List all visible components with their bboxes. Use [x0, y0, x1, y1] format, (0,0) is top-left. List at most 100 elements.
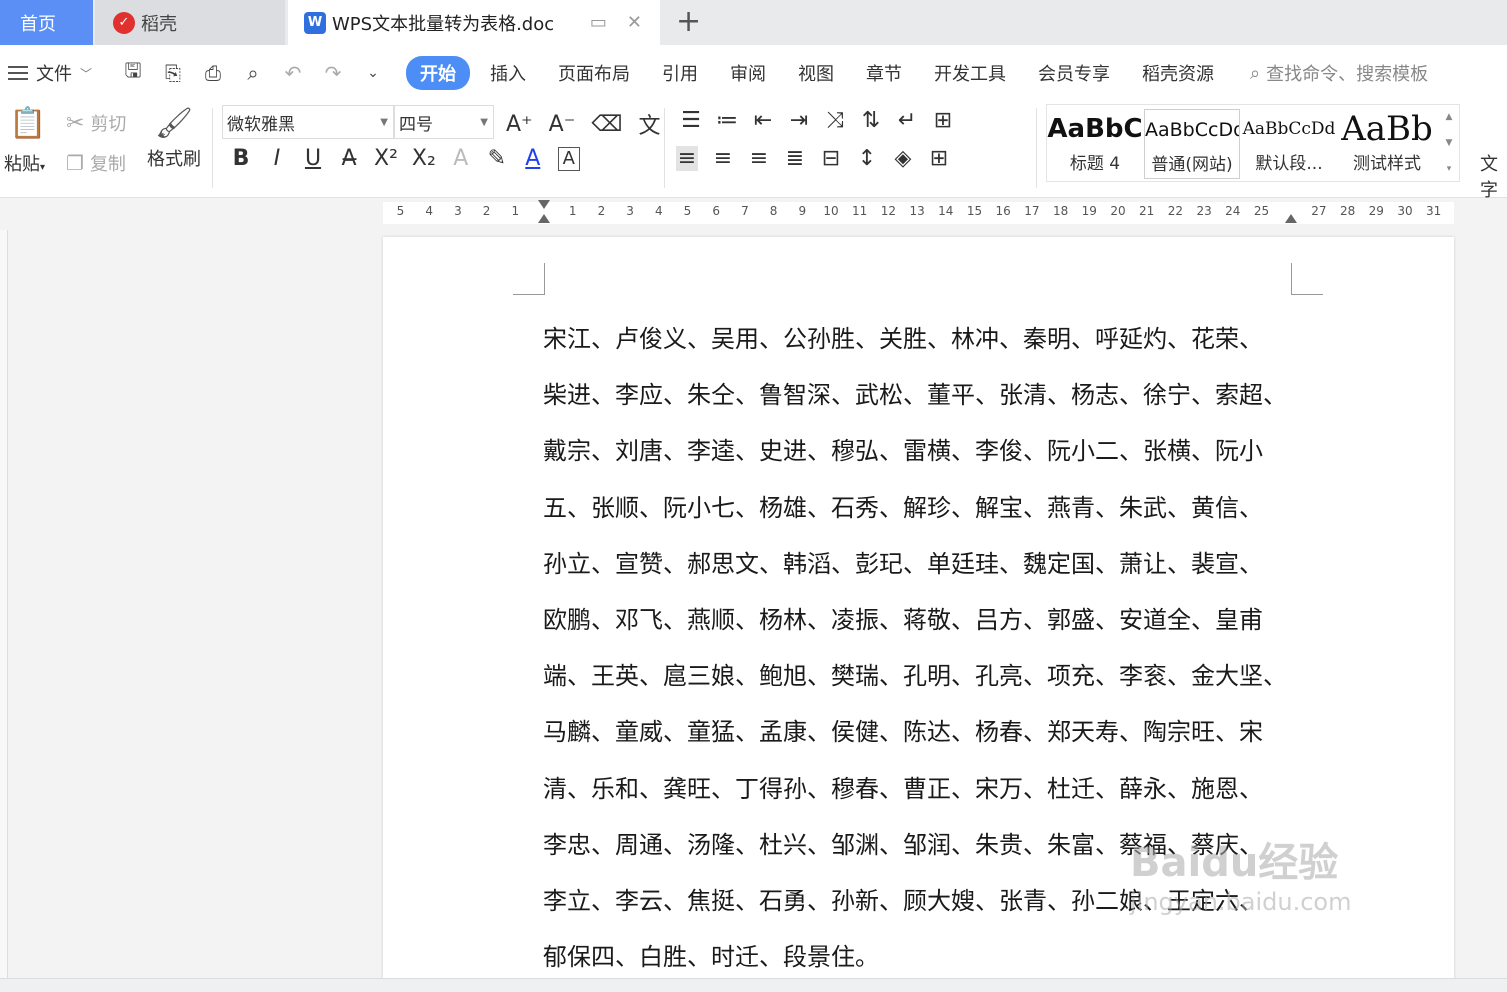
right-indent-marker[interactable] [1285, 214, 1297, 223]
bullet-list-icon[interactable]: ☰ [680, 108, 702, 133]
tab-document[interactable]: W WPS文本批量转为表格.doc ▭ ✕ [288, 0, 660, 45]
file-menu-button[interactable]: 文件 ﹀ [0, 60, 112, 86]
bold-icon[interactable]: B [230, 146, 252, 171]
tab-daoke-label: 稻壳 [141, 13, 177, 35]
style-heading4[interactable]: AaBbC 标题 4 [1047, 109, 1143, 179]
ruler-number: 11 [852, 204, 868, 218]
tab-ruler-icon[interactable]: ⊞ [932, 108, 954, 133]
decrease-indent-icon[interactable]: ⇤ [752, 108, 774, 133]
scissors-icon: ✂ [66, 110, 85, 136]
clipboard-icon: 📋 [9, 106, 47, 141]
borders-icon[interactable]: ⊞ [928, 146, 950, 171]
ruler-number: 5 [683, 204, 692, 218]
highlight-icon[interactable]: ✎ [486, 146, 508, 171]
style-default-paragraph[interactable]: AaBbCcDd 默认段... [1241, 109, 1337, 179]
menu-tab-start[interactable]: 开始 [406, 56, 470, 90]
print-icon[interactable]: ⎙ [202, 61, 224, 85]
close-tab-icon[interactable]: ✕ [627, 12, 642, 33]
styles-scroll[interactable]: ▲ ▼ ▾ [1438, 104, 1460, 182]
justify-icon[interactable]: ≣ [784, 146, 806, 171]
menu-tab-member[interactable]: 会员专享 [1022, 60, 1126, 86]
menu-tab-developer[interactable]: 开发工具 [918, 60, 1022, 86]
cut-label: 剪切 [90, 114, 127, 135]
ruler-number: 29 [1368, 204, 1384, 218]
wps-writer-icon: W [304, 11, 326, 34]
increase-font-icon[interactable]: A⁺ [506, 112, 533, 137]
style-test[interactable]: AaBb 测试样式 [1339, 109, 1435, 179]
chevron-down-icon: ﹀ [80, 66, 93, 81]
increase-indent-icon[interactable]: ⇥ [788, 108, 810, 133]
text-tools-button[interactable]: 文字 [1480, 150, 1507, 202]
undo-icon[interactable]: ↶ [282, 61, 304, 85]
tab-daoke[interactable]: ✓ 稻壳 [95, 0, 285, 45]
clear-format-icon[interactable]: ⌫ [591, 112, 622, 137]
cut-button[interactable]: ✂ 剪切 [66, 110, 126, 136]
text-line: 柴进、李应、朱仝、鲁智深、武松、董平、张清、杨志、徐宁、索超、 [543, 381, 1287, 410]
first-line-indent-marker[interactable] [538, 200, 550, 209]
style-label: 测试样式 [1353, 154, 1421, 174]
font-size-select[interactable]: 四号 ▼ [394, 105, 494, 139]
align-right-icon[interactable]: ≡ [748, 146, 770, 171]
ruler-number: 1 [511, 204, 520, 218]
left-indent-marker[interactable] [538, 214, 550, 223]
watermark-url: jingyan.baidu.com [1130, 888, 1352, 916]
style-normal-web[interactable]: AaBbCcDd 普通(网站) [1144, 109, 1240, 179]
distributed-icon[interactable]: ⊟ [820, 146, 842, 171]
paragraph-mark-icon[interactable]: ↵ [896, 108, 918, 133]
menu-tab-insert[interactable]: 插入 [474, 60, 542, 86]
pin-window-icon[interactable]: ▭ [590, 12, 607, 33]
ruler-number: 17 [1024, 204, 1040, 218]
menu-tab-daoke-resources[interactable]: 稻壳资源 [1126, 60, 1230, 86]
format-painter-button[interactable]: 🖌 格式刷 [146, 106, 202, 171]
shading-icon[interactable]: ◈ [892, 146, 914, 171]
watermark-brand: Baidu经验 [1130, 840, 1339, 886]
chinese-layout-icon[interactable]: ⤨ [824, 108, 846, 133]
menu-tab-references[interactable]: 引用 [646, 60, 714, 86]
ruler-number: 31 [1426, 204, 1442, 218]
styles-gallery: AaBbC 标题 4 AaBbCcDd 普通(网站) AaBbCcDd 默认段.… [1046, 104, 1460, 182]
font-size-value: 四号 [399, 114, 433, 135]
customize-chevron-icon[interactable]: ⌄ [362, 65, 384, 81]
font-name-select[interactable]: 微软雅黑 ▼ [222, 105, 394, 139]
export-pdf-icon[interactable]: ⎘ [162, 61, 184, 85]
command-search[interactable]: ⌕ 查找命令、搜索模板 [1250, 60, 1428, 86]
text-effect-icon[interactable]: A [450, 146, 472, 171]
numbered-list-icon[interactable]: ≔ [716, 108, 738, 133]
align-center-icon[interactable]: ≡ [712, 146, 734, 171]
redo-icon[interactable]: ↷ [322, 61, 344, 85]
menu-tab-review[interactable]: 审阅 [714, 60, 782, 86]
char-border-icon[interactable]: A [557, 146, 580, 171]
sort-icon[interactable]: ⇅ [860, 108, 882, 133]
ruler-number: 2 [597, 204, 606, 218]
scroll-down-icon[interactable]: ▼ [1446, 138, 1453, 148]
phonetic-guide-icon[interactable]: 文 [638, 108, 660, 140]
ruler-number: 25 [1253, 204, 1270, 218]
menu-tab-page-layout[interactable]: 页面布局 [542, 60, 646, 86]
copy-button[interactable]: ❐ 复制 [66, 150, 126, 176]
line-spacing-icon[interactable]: ↕ [856, 146, 878, 171]
vertical-ruler [0, 230, 8, 978]
save-icon[interactable]: 🖫 [122, 56, 144, 90]
new-tab-button[interactable]: + [676, 4, 701, 39]
menu-tab-view[interactable]: 视图 [782, 60, 850, 86]
menu-tab-section[interactable]: 章节 [850, 60, 918, 86]
text-line: 五、张顺、阮小七、杨雄、石秀、解珍、解宝、燕青、朱武、黄信、 [543, 493, 1263, 522]
superscript-icon[interactable]: X² [374, 146, 398, 171]
style-sample: AaBbC [1047, 114, 1143, 144]
print-preview-icon[interactable]: ⌕ [242, 61, 264, 85]
subscript-icon[interactable]: X₂ [412, 146, 436, 171]
strikethrough-icon[interactable]: A̶ [338, 146, 360, 171]
italic-icon[interactable]: I [266, 146, 288, 171]
align-left-icon[interactable]: ≡ [676, 146, 698, 171]
ruler-number: 27 [1311, 204, 1327, 218]
underline-icon[interactable]: U [302, 146, 324, 171]
format-painter-label: 格式刷 [147, 149, 201, 170]
style-sample: AaBb [1341, 109, 1433, 149]
tab-home[interactable]: 首页 [0, 0, 93, 45]
paste-button[interactable]: 📋 [6, 106, 50, 141]
paste-dropdown[interactable]: 粘贴▾ [4, 150, 45, 176]
font-color-icon[interactable]: A [522, 146, 544, 171]
scroll-up-icon[interactable]: ▲ [1446, 112, 1453, 122]
expand-icon[interactable]: ▾ [1447, 164, 1452, 174]
decrease-font-icon[interactable]: A⁻ [549, 112, 576, 137]
